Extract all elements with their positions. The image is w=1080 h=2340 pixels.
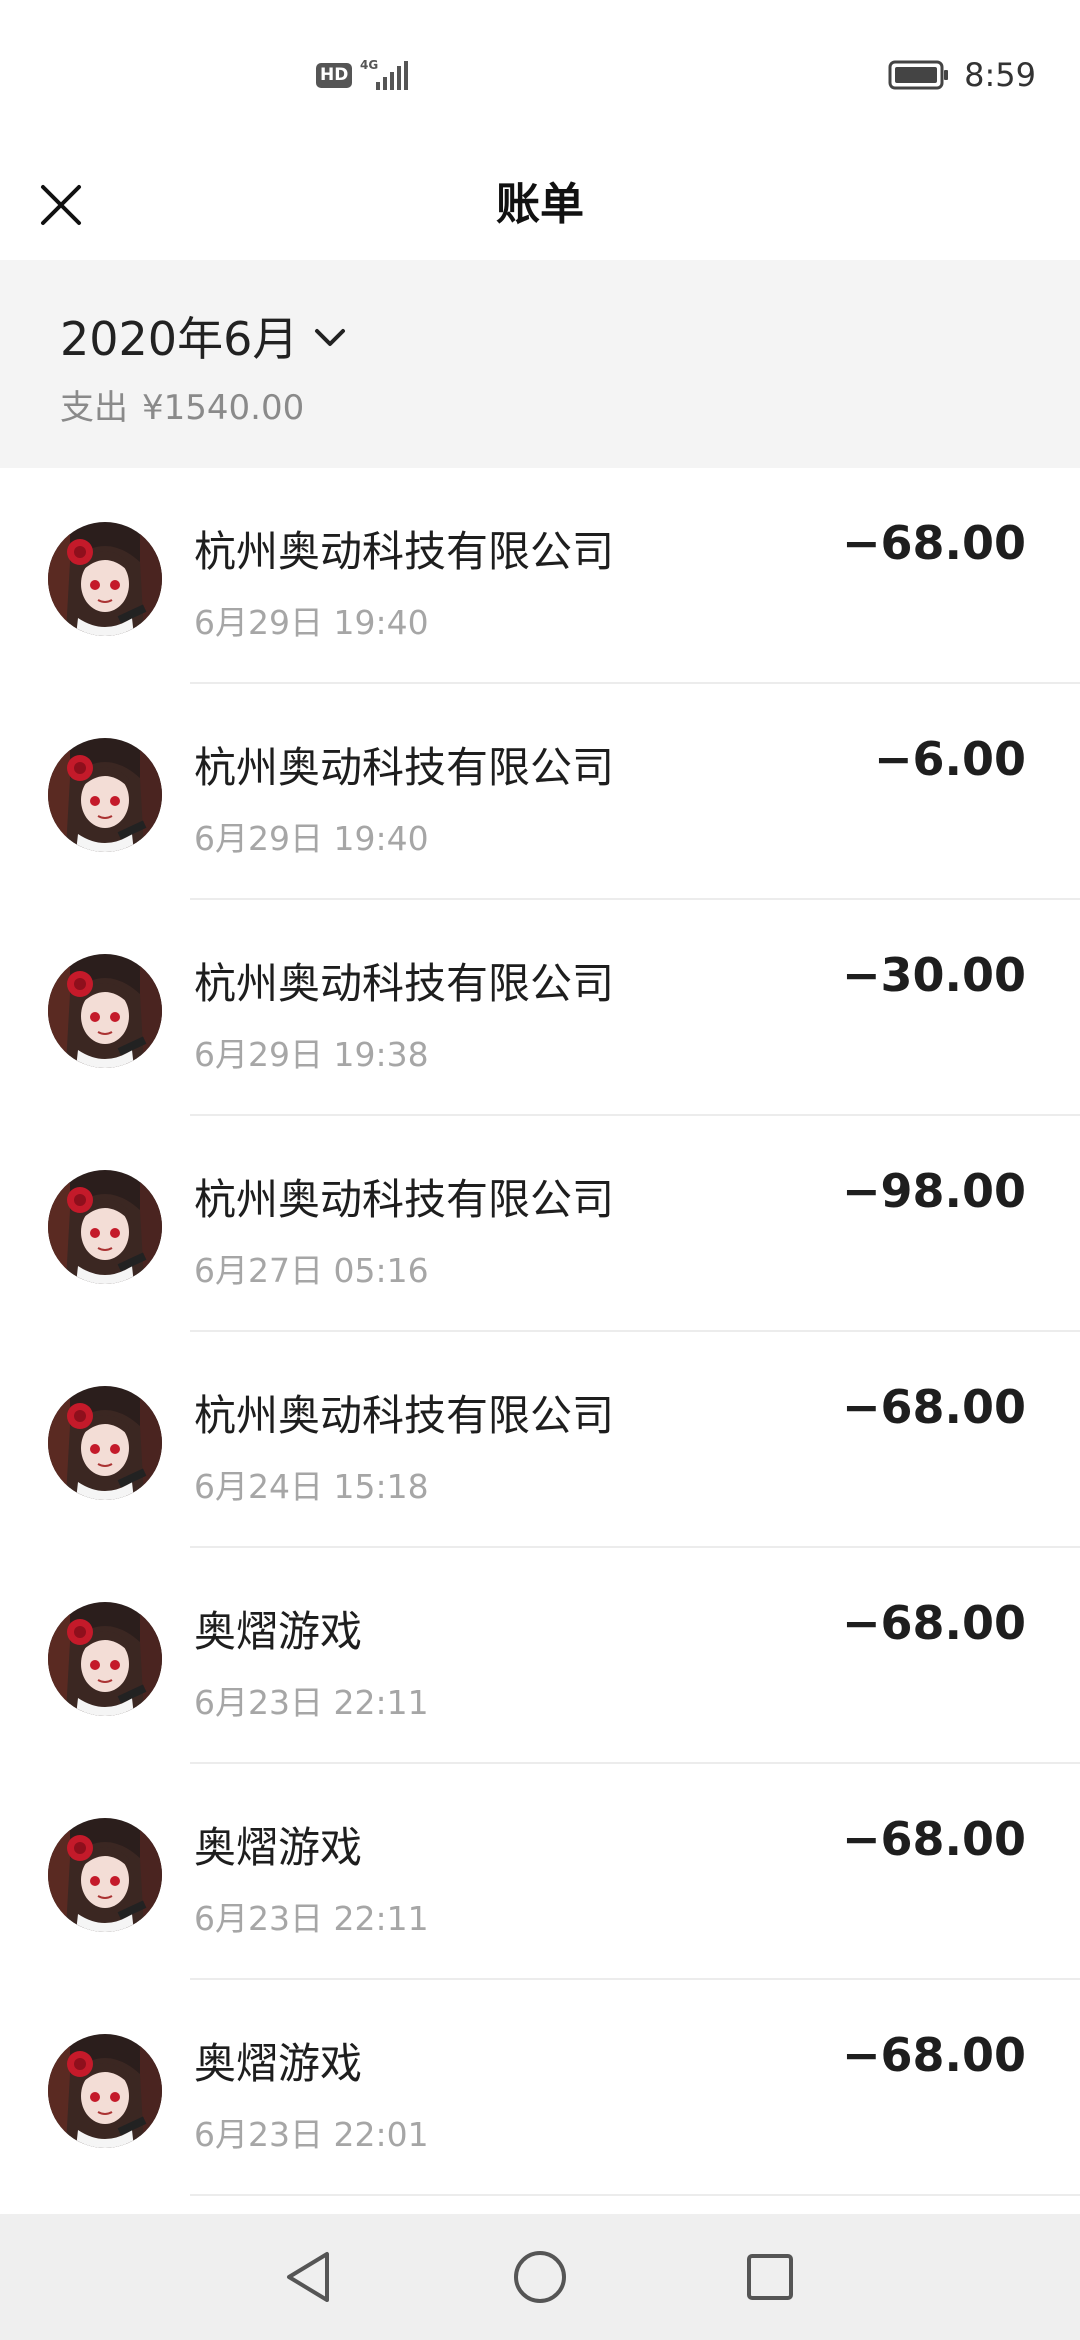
merchant-name: 杭州奥动科技有限公司 bbox=[194, 1391, 615, 1440]
close-icon bbox=[41, 185, 81, 225]
avatar bbox=[48, 1602, 162, 1716]
merchant-name: 杭州奥动科技有限公司 bbox=[194, 743, 615, 792]
signal-icon: 4G bbox=[360, 58, 409, 90]
transaction-amount: −68.00 bbox=[841, 1596, 1026, 1650]
merchant-name: 奥熠游戏 bbox=[194, 1607, 363, 1656]
bill-row[interactable]: 杭州奥动科技有限公司 6月29日 19:40 −6.00 bbox=[0, 684, 1080, 900]
header-bar: 账单 bbox=[0, 150, 1080, 260]
month-label: 2020年6月 bbox=[60, 312, 299, 366]
bill-row[interactable]: 杭州奥动科技有限公司 6月24日 15:18 −68.00 bbox=[0, 1332, 1080, 1548]
bill-row[interactable]: 奥熠游戏 6月23日 22:01 −68.00 bbox=[0, 1980, 1080, 2196]
transaction-amount: −68.00 bbox=[841, 516, 1026, 570]
bill-list: 杭州奥动科技有限公司 6月29日 19:40 −68.00 杭州奥动科技有限公司 6月2… bbox=[0, 468, 1080, 2214]
avatar bbox=[48, 738, 162, 852]
transaction-time: 6月29日 19:40 bbox=[194, 819, 429, 858]
transaction-time: 6月29日 19:38 bbox=[194, 1035, 429, 1074]
page-title: 账单 bbox=[496, 179, 584, 230]
close-button[interactable] bbox=[24, 168, 98, 242]
avatar bbox=[48, 522, 162, 636]
navigation-bar bbox=[0, 2214, 1080, 2340]
hd-icon: HD bbox=[316, 62, 353, 88]
status-bar: HD 4G 8:59 bbox=[0, 0, 1080, 150]
expense-label: 支出 bbox=[60, 388, 128, 428]
home-circle-icon bbox=[514, 2251, 566, 2303]
transaction-time: 6月27日 05:16 bbox=[194, 1251, 429, 1290]
transaction-time: 6月23日 22:11 bbox=[194, 1683, 429, 1722]
bill-row[interactable]: 杭州奥动科技有限公司 6月29日 19:40 −68.00 bbox=[0, 468, 1080, 684]
recents-square-icon bbox=[747, 2254, 793, 2300]
bill-row[interactable]: 奥熠游戏 6月23日 22:11 −68.00 bbox=[0, 1764, 1080, 1980]
transaction-amount: −68.00 bbox=[841, 1812, 1026, 1866]
transaction-time: 6月29日 19:40 bbox=[194, 603, 429, 642]
home-button[interactable] bbox=[505, 2242, 575, 2312]
bill-row[interactable]: 杭州奥动科技有限公司 6月27日 05:16 −98.00 bbox=[0, 1116, 1080, 1332]
transaction-amount: −68.00 bbox=[841, 2028, 1026, 2082]
month-selector[interactable]: 2020年6月 bbox=[60, 306, 346, 366]
chevron-down-icon bbox=[315, 329, 346, 346]
bill-screen: HD 4G 8:59 账单 2020年6月 支出 ¥1540.00 杭州奥动科技… bbox=[0, 0, 1080, 2340]
transaction-amount: −30.00 bbox=[841, 948, 1026, 1002]
merchant-name: 奥熠游戏 bbox=[194, 2039, 363, 2088]
merchant-name: 杭州奥动科技有限公司 bbox=[194, 1175, 615, 1224]
row-divider bbox=[190, 2194, 1080, 2196]
back-triangle-icon bbox=[287, 2252, 329, 2302]
merchant-name: 奥熠游戏 bbox=[194, 1823, 363, 1872]
merchant-name: 杭州奥动科技有限公司 bbox=[194, 959, 615, 1008]
transaction-amount: −98.00 bbox=[841, 1164, 1026, 1218]
transaction-amount: −6.00 bbox=[873, 732, 1026, 786]
battery-icon bbox=[888, 60, 949, 90]
avatar bbox=[48, 2034, 162, 2148]
avatar bbox=[48, 1170, 162, 1284]
transaction-amount: −68.00 bbox=[841, 1380, 1026, 1434]
monthly-summary: 2020年6月 支出 ¥1540.00 bbox=[0, 260, 1080, 468]
merchant-name: 杭州奥动科技有限公司 bbox=[194, 527, 615, 576]
transaction-time: 6月23日 22:01 bbox=[194, 2115, 429, 2154]
expense-amount: ¥1540.00 bbox=[142, 388, 305, 428]
avatar bbox=[48, 954, 162, 1068]
transaction-time: 6月23日 22:11 bbox=[194, 1899, 429, 1938]
avatar bbox=[48, 1818, 162, 1932]
network-type-label: 4G bbox=[360, 58, 378, 72]
bill-row[interactable]: 奥熠游戏 6月23日 22:11 −68.00 bbox=[0, 1548, 1080, 1764]
recents-button[interactable] bbox=[735, 2242, 805, 2312]
status-right: 8:59 bbox=[888, 56, 1036, 94]
network-status: HD 4G bbox=[316, 58, 416, 92]
clock-time: 8:59 bbox=[964, 56, 1036, 94]
bill-row[interactable]: 杭州奥动科技有限公司 6月29日 19:38 −30.00 bbox=[0, 900, 1080, 1116]
transaction-time: 6月24日 15:18 bbox=[194, 1467, 429, 1506]
back-button[interactable] bbox=[274, 2242, 344, 2312]
expense-total: 支出 ¥1540.00 bbox=[60, 380, 304, 429]
avatar bbox=[48, 1386, 162, 1500]
